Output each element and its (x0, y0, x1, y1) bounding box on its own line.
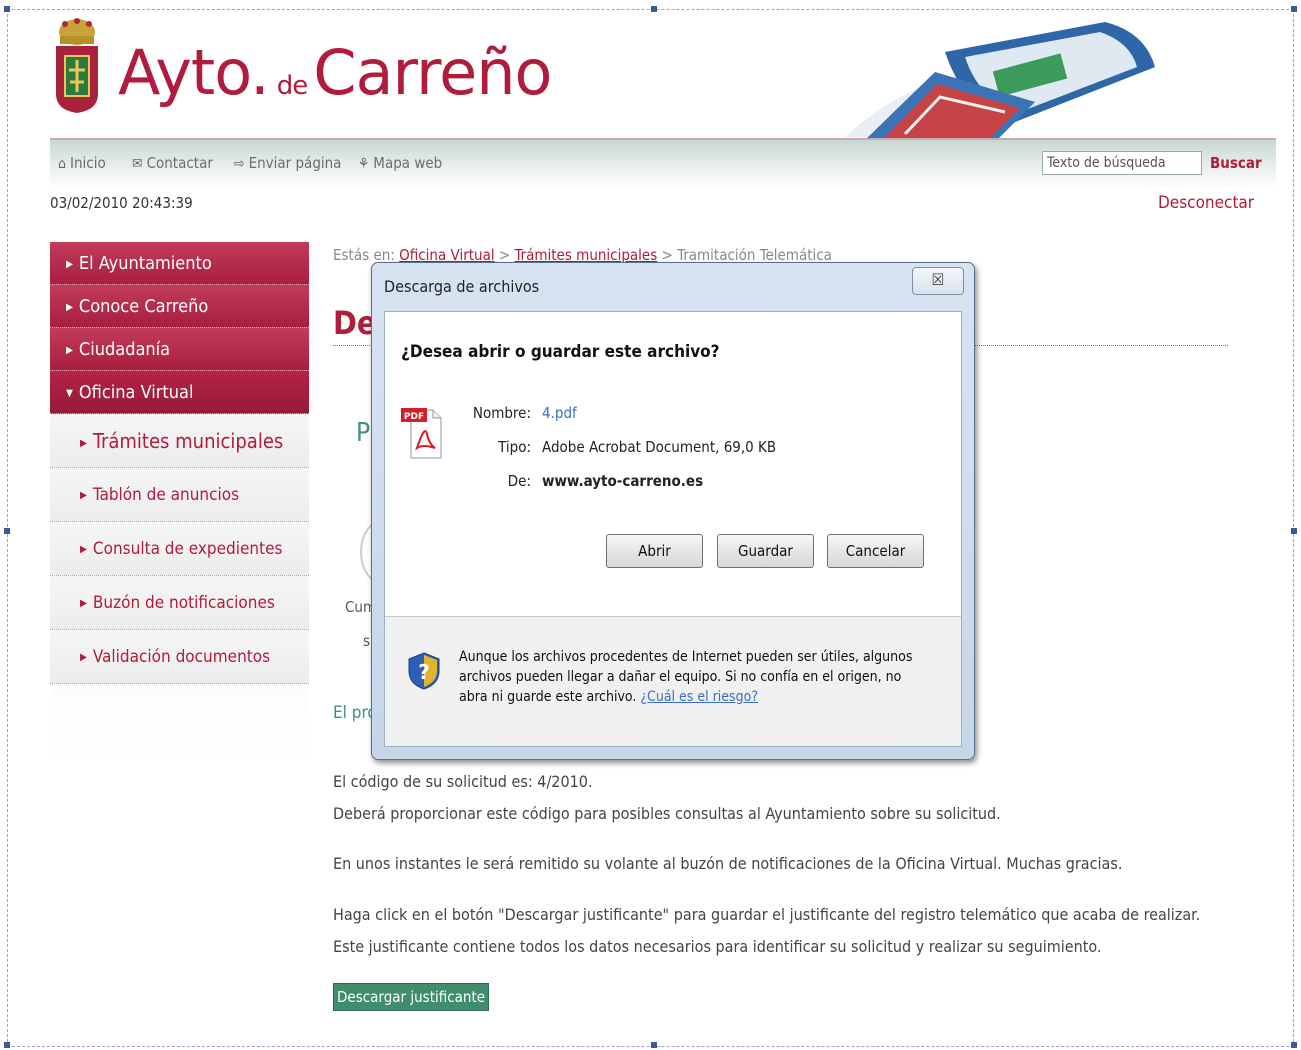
triangle-right-icon: ▶ (66, 259, 73, 270)
sidebar-subitem-tramites[interactable]: ▶ Trámites municipales (50, 414, 309, 468)
sidebar-subitem-buzon[interactable]: ▶ Buzón de notificaciones (50, 576, 309, 630)
sidebar: ▶ El Ayuntamiento ▶ Conoce Carreño ▶ Ciudad… (50, 242, 309, 772)
boat-illustration (845, 22, 1155, 142)
sidebar-subitem-expedientes[interactable]: ▶ Consulta de expedientes (50, 522, 309, 576)
nav-contact-link[interactable]: ✉ Contactar (132, 154, 213, 172)
triangle-right-icon: ▶ (80, 544, 87, 555)
nav-send-page-link[interactable]: ⇨ Enviar página (234, 154, 341, 172)
page-title: De (333, 304, 377, 342)
svg-text:?: ? (418, 660, 430, 684)
dialog-question: ¿Desea abrir o guardar este archivo? (401, 342, 720, 362)
open-button[interactable]: Abrir (606, 534, 703, 568)
resize-handle[interactable] (4, 6, 10, 12)
resize-handle[interactable] (651, 1042, 657, 1048)
file-source-value: www.ayto-carreno.es (542, 472, 704, 490)
resize-handle[interactable] (4, 1042, 10, 1048)
file-download-dialog: Descarga de archivos ☒ ¿Desea abrir o gu… (371, 262, 975, 760)
name-label: Nombre: (472, 404, 531, 422)
dialog-title: Descarga de archivos (384, 277, 540, 296)
step-caption-2: s (363, 632, 371, 650)
sidebar-item-ayuntamiento[interactable]: ▶ El Ayuntamiento (50, 242, 309, 285)
current-datetime: 03/02/2010 20:43:39 (50, 194, 193, 212)
triangle-right-icon: ▶ (80, 598, 87, 609)
from-label: De: (507, 472, 531, 490)
sitemap-icon: ⚘ (358, 156, 370, 172)
sidebar-subitem-validacion[interactable]: ▶ Validación documentos (50, 630, 309, 684)
section-heading: P (356, 418, 371, 448)
mail-icon: ✉ (132, 156, 143, 172)
shield-question-icon: ? (408, 652, 440, 690)
triangle-right-icon: ▶ (66, 345, 73, 356)
triangle-right-icon: ▶ (66, 302, 73, 313)
nav-sitemap-link[interactable]: ⚘ Mapa web (358, 154, 442, 172)
risk-link[interactable]: ¿Cuál es el riesgo? (640, 689, 758, 705)
resize-handle[interactable] (4, 528, 10, 534)
request-code-text: El código de su solicitud es: 4/2010. (333, 772, 593, 791)
download-receipt-button[interactable]: Descargar justificante (333, 983, 490, 1011)
close-icon[interactable]: ☒ (912, 267, 964, 295)
send-page-icon: ⇨ (234, 156, 245, 172)
triangle-right-icon: ▶ (80, 490, 87, 501)
triangle-right-icon: ▶ (80, 652, 87, 663)
sidebar-item-conoce-carreno[interactable]: ▶ Conoce Carreño (50, 285, 309, 328)
type-label: Tipo: (498, 438, 531, 456)
receipt-description: Este justificante contiene todos los dat… (333, 937, 1102, 956)
search-button[interactable]: Buscar (1210, 154, 1262, 172)
pdf-file-icon: PDF (401, 408, 442, 459)
cancel-button[interactable]: Cancelar (827, 534, 924, 568)
warning-area: ? Aunque los archivos procedentes de Int… (385, 617, 961, 746)
resize-handle[interactable] (1291, 1042, 1297, 1048)
coat-of-arms-logo[interactable] (50, 14, 104, 114)
save-button[interactable]: Guardar (717, 534, 814, 568)
sidebar-item-ciudadania[interactable]: ▶ Ciudadanía (50, 328, 309, 371)
top-navbar: ⌂ Inicio ✉ Contactar ⇨ Enviar página ⚘ Mapa … (50, 138, 1276, 188)
home-icon: ⌂ (58, 156, 66, 172)
nav-home-link[interactable]: ⌂ Inicio (58, 154, 106, 172)
request-code-note: Deberá proporcionar este código para pos… (333, 804, 1001, 823)
file-type-value: Adobe Acrobat Document, 69,0 KB (542, 438, 777, 456)
warning-text: Aunque los archivos procedentes de Inter… (459, 647, 919, 707)
resize-handle[interactable] (1291, 528, 1297, 534)
site-logo-text[interactable]: Ayto. deCarreño (118, 42, 552, 104)
dialog-body: ¿Desea abrir o guardar este archivo? PDF… (384, 311, 962, 747)
sidebar-item-oficina-virtual[interactable]: ▼ Oficina Virtual (50, 371, 309, 414)
resize-handle[interactable] (651, 6, 657, 12)
svg-text:PDF: PDF (404, 412, 424, 422)
triangle-down-icon: ▼ (66, 388, 73, 399)
download-instructions: Haga click en el botón "Descargar justif… (333, 905, 1201, 924)
page: Ayto. deCarreño ⌂ Inicio ✉ Contactar ⇨ Envia… (0, 0, 1301, 1050)
triangle-right-icon: ▶ (80, 438, 87, 449)
file-name-value[interactable]: 4.pdf (542, 404, 577, 422)
logout-link[interactable]: Desconectar (1158, 193, 1254, 213)
notification-text: En unos instantes le será remitido su vo… (333, 854, 1123, 873)
sidebar-subitem-tablon[interactable]: ▶ Tablón de anuncios (50, 468, 309, 522)
resize-handle[interactable] (1291, 6, 1297, 12)
search-input[interactable] (1042, 151, 1202, 175)
